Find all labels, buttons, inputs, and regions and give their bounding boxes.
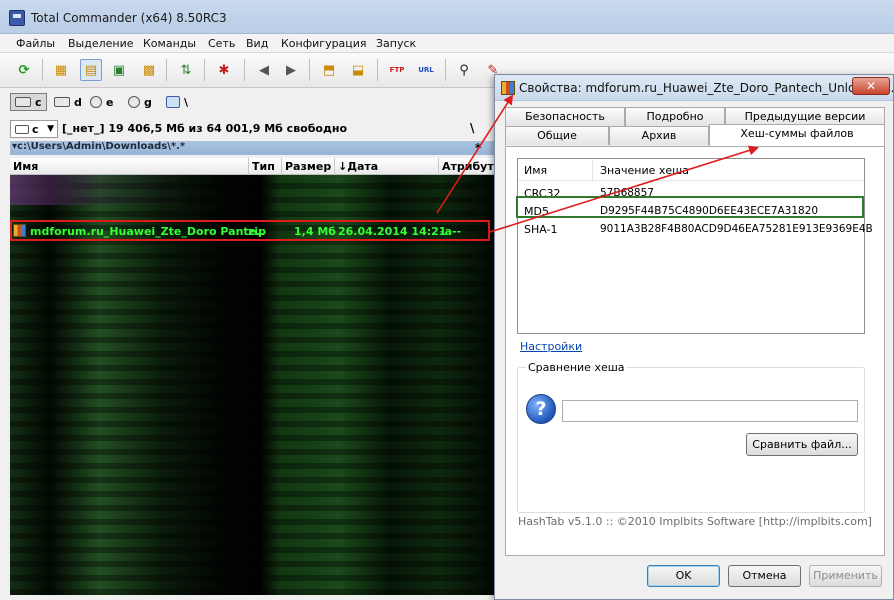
cd-drive-icon [90,96,102,108]
help-question-icon: ? [526,394,556,424]
screen: Total Commander (x64) 8.50RC3 Файлы Выде… [0,0,894,600]
dialog-title: Свойства: mdforum.ru_Huawei_Zte_Doro_Pan… [519,81,894,95]
settings-link[interactable]: Настройки [520,340,582,353]
edit-icon[interactable]: ✱ [213,59,235,81]
hashtab-copyright: HashTab v5.1.0 :: ©2010 Implbits Softwar… [518,515,872,528]
menu-selection[interactable]: Выделение [68,37,134,50]
column-name[interactable]: Имя [13,160,38,173]
close-icon[interactable]: ✕ [852,77,890,95]
toolbar-separator [42,59,43,81]
menu-network[interactable]: Сеть [208,37,235,50]
column-divider [438,158,439,175]
invert-selection-icon[interactable]: ⇅ [175,59,197,81]
drive-button-g[interactable]: g [128,93,152,111]
apply-button[interactable]: Применить [809,565,882,587]
floppy-app-icon [9,10,25,26]
hash-value: 9011A3B28F4B80ACD9D46EA75281E913E9369E4B [600,223,873,235]
url-connect-icon[interactable]: URL [415,59,437,81]
archive-file-icon [501,81,515,95]
ftp-connect-icon[interactable]: FTP [386,59,408,81]
column-header: Имя Тип Размер ↓Дата Атрибут [10,158,494,175]
compare-file-button[interactable]: Сравнить файл... [746,433,858,456]
tab-general[interactable]: Общие [505,126,609,145]
chevron-down-icon: ▼ [47,124,54,134]
search-binoculars-icon[interactable]: ⚲ [453,59,475,81]
forward-icon[interactable]: ▶ [280,59,302,81]
pack-icon[interactable]: ⬒ [318,59,340,81]
annotation-md5-highlight [516,196,864,218]
column-divider [592,159,593,181]
back-icon[interactable]: ◀ [253,59,275,81]
title-bar: Total Commander (x64) 8.50RC3 [0,0,894,34]
column-divider [281,158,282,175]
toolbar-separator [204,59,205,81]
column-size[interactable]: Размер [285,160,331,173]
hash-compare-input[interactable] [562,400,858,422]
column-date[interactable]: ↓Дата [338,160,378,173]
hash-list-header: Имя Значение хеша [518,159,864,181]
brief-view-icon[interactable]: ▦ [50,59,72,81]
path-bar[interactable]: ▾c:\Users\Admin\Downloads\*.* [10,141,494,155]
drive-icon [54,97,70,107]
root-button[interactable]: \ [470,121,474,135]
hash-list[interactable]: Имя Значение хеша CRC32 57B68857 MD5 D92… [517,158,873,334]
column-attributes[interactable]: Атрибут [442,160,494,173]
drive-bar: c d e g \ [0,90,494,114]
window-title: Total Commander (x64) 8.50RC3 [31,11,227,25]
drive-button-d[interactable]: d [54,93,82,111]
menu-configuration[interactable]: Конфигурация [281,37,367,50]
cancel-button[interactable]: Отмена [728,565,801,587]
toolbar-separator [166,59,167,81]
drive-button-network[interactable]: \ [166,93,188,111]
toolbar-separator [309,59,310,81]
hash-compare-legend: Сравнение хеша [526,361,627,374]
toolbar-separator [244,59,245,81]
drive-combo[interactable]: c ▼ [10,120,58,138]
hash-compare-group: Сравнение хеша ? Сравнить файл... [517,361,865,513]
panel-info-bar: c ▼ [_нет_] 19 406,5 Мб из 64 001,9 Мб св… [0,118,494,140]
hash-row-sha1[interactable]: SHA-1 9011A3B28F4B80ACD9D46EA75281E913E9… [518,220,873,238]
menu-files[interactable]: Файлы [16,37,55,50]
menu-bar: Файлы Выделение Команды Сеть Вид Конфигу… [0,34,894,52]
properties-dialog: Свойства: mdforum.ru_Huawei_Zte_Doro_Pan… [494,74,894,600]
path-filter-star[interactable]: * [475,141,481,155]
cd-drive-icon [128,96,140,108]
drive-icon [15,97,31,107]
hash-column-name[interactable]: Имя [524,164,547,177]
column-type[interactable]: Тип [252,160,275,173]
full-view-icon[interactable]: ▤ [80,59,102,81]
unpack-icon[interactable]: ⬓ [347,59,369,81]
drive-button-e[interactable]: e [90,93,113,111]
toolbar-separator [445,59,446,81]
network-icon [166,96,180,108]
drive-button-c[interactable]: c [10,93,47,111]
column-divider [334,158,335,175]
tab-file-hashes[interactable]: Хеш-суммы файлов [709,124,885,146]
dialog-title-bar: Свойства: mdforum.ru_Huawei_Zte_Doro_Pan… [495,75,894,101]
tab-archive[interactable]: Архив [609,126,709,145]
tree-view-icon[interactable]: ▩ [138,59,160,81]
refresh-icon[interactable]: ⟳ [13,59,35,81]
menu-view[interactable]: Вид [246,37,268,50]
thumbnail-view-icon[interactable]: ▣ [108,59,130,81]
menu-commands[interactable]: Команды [143,37,196,50]
hash-column-value[interactable]: Значение хеша [600,164,689,177]
annotation-file-highlight [10,220,490,241]
ok-button[interactable]: OK [647,565,720,587]
hash-algorithm: SHA-1 [524,223,558,236]
tab-security[interactable]: Безопасность [505,107,625,126]
blurred-file-entries [10,175,494,205]
drive-icon [15,125,29,134]
toolbar-separator [377,59,378,81]
menu-launch[interactable]: Запуск [376,37,416,50]
column-divider [248,158,249,175]
free-space-label: [_нет_] 19 406,5 Мб из 64 001,9 Мб свобо… [62,122,348,135]
